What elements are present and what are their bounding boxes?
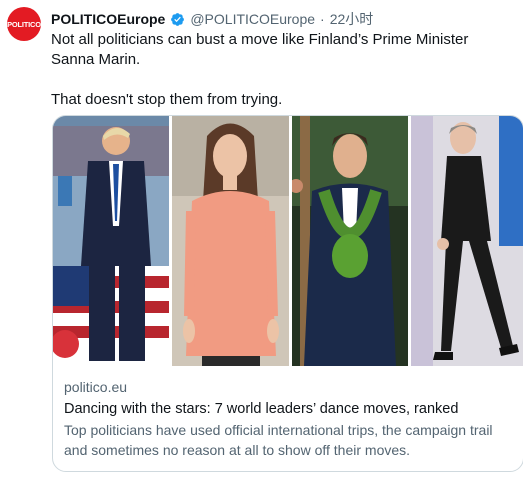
card-meta[interactable]: politico.eu Dancing with the stars: 7 wo… — [64, 378, 514, 460]
card-description: Top politicians have used official inter… — [64, 422, 493, 458]
avatar-logo-text: POLITICO — [7, 19, 41, 29]
separator-dot: · — [320, 11, 325, 27]
display-name[interactable]: POLITICOEurope — [51, 11, 165, 27]
photo-politician-rally — [53, 116, 169, 366]
timestamp[interactable]: 22小时 — [330, 9, 374, 29]
tweet-text: Not all politicians can bust a move like… — [51, 30, 513, 110]
photo-politician-walking — [411, 116, 523, 366]
photo-politician-lei — [292, 116, 408, 366]
card-domain: politico.eu — [64, 379, 128, 395]
card-photo-strip[interactable] — [53, 116, 523, 366]
avatar[interactable]: POLITICO — [7, 7, 41, 41]
link-card[interactable]: politico.eu Dancing with the stars: 7 wo… — [52, 115, 523, 472]
tweet-text-line-2: That doesn't stop them from trying. — [51, 91, 283, 108]
user-handle[interactable]: @POLITICOEurope — [190, 11, 315, 27]
verified-badge-icon — [171, 12, 185, 26]
photo-politician-peach-top — [172, 116, 289, 366]
tweet-text-line-1: Not all politicians can bust a move like… — [51, 31, 469, 68]
card-title[interactable]: Dancing with the stars: 7 world leaders’… — [64, 399, 514, 419]
tweet-header: POLITICOEurope @POLITICOEurope · 22小时 — [51, 9, 373, 29]
